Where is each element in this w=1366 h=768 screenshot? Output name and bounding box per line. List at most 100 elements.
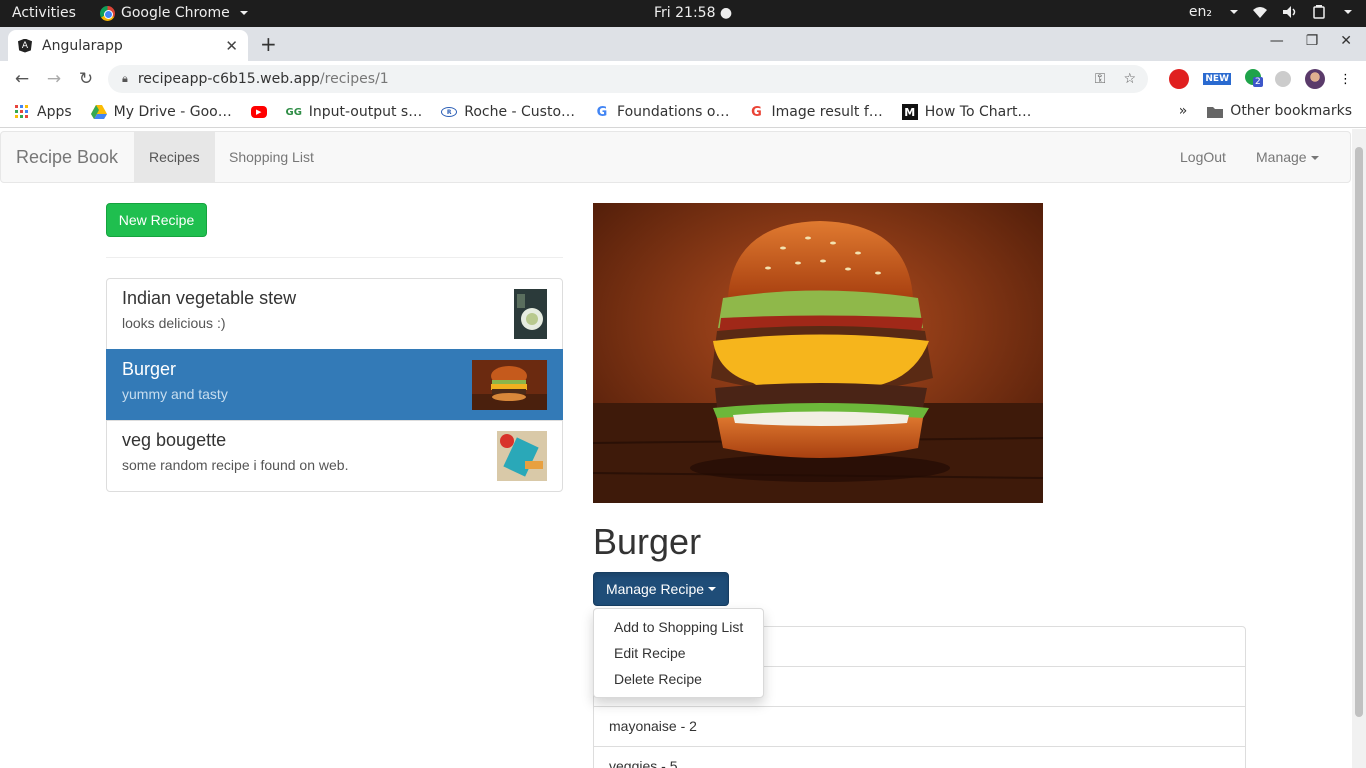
- recipe-item-veg-bougette[interactable]: veg bougette some random recipe i found …: [106, 420, 563, 492]
- bookmark-label: Roche - Custo…: [464, 104, 576, 120]
- geeksforgeeks-icon: GG: [285, 106, 302, 118]
- clock[interactable]: Fri 21:58 ●: [654, 5, 732, 21]
- battery-icon: [1313, 5, 1325, 19]
- recipe-item-name: Indian vegetable stew: [122, 288, 297, 308]
- chevron-down-icon: [239, 11, 248, 15]
- activities-button[interactable]: Activities: [12, 5, 76, 21]
- recipe-item-name: veg bougette: [122, 430, 227, 450]
- bookmark-foundations[interactable]: G Foundations o…: [594, 104, 730, 120]
- close-icon[interactable]: ✕: [225, 37, 238, 55]
- nav-logout[interactable]: LogOut: [1165, 132, 1241, 182]
- divider: [106, 257, 563, 258]
- angular-icon: A: [18, 38, 32, 53]
- chrome-icon: [100, 5, 115, 21]
- reload-icon[interactable]: ↻: [70, 69, 102, 89]
- chevron-down-icon: [1344, 10, 1352, 14]
- brand-link[interactable]: Recipe Book: [16, 147, 118, 168]
- google-drive-icon: [90, 104, 107, 120]
- page-scrollbar[interactable]: [1352, 129, 1366, 768]
- ingredient-item[interactable]: mayonaise - 2: [593, 706, 1246, 747]
- bookmark-my-drive[interactable]: My Drive - Goo…: [90, 104, 232, 120]
- menu-item-edit-recipe[interactable]: Edit Recipe: [594, 640, 763, 666]
- new-badge-extension-icon[interactable]: NEW: [1203, 73, 1231, 85]
- new-recipe-button[interactable]: New Recipe: [106, 203, 207, 237]
- wifi-icon: [1253, 7, 1267, 18]
- scrollbar-thumb[interactable]: [1355, 147, 1363, 717]
- nav-manage-dropdown[interactable]: Manage: [1241, 132, 1334, 182]
- chevron-down-icon: [1310, 156, 1319, 161]
- forward-icon[interactable]: →: [38, 69, 70, 89]
- bookmark-label: How To Chart…: [924, 104, 1032, 120]
- browser-tab[interactable]: A Angularapp ✕: [8, 30, 248, 61]
- close-window-icon[interactable]: ✕: [1340, 33, 1352, 49]
- apps-grid-icon: [14, 104, 30, 120]
- recipe-item-burger[interactable]: Burger yummy and tasty: [106, 349, 563, 421]
- address-bar[interactable]: 🔒︎ recipeapp-c6b15.web.app/recipes/1 ⚿ ☆: [108, 65, 1148, 93]
- puzzle-extension-icon[interactable]: [1275, 71, 1291, 87]
- bookmark-how-to-chart[interactable]: M How To Chart…: [901, 104, 1032, 120]
- kebab-menu-icon[interactable]: ⋮: [1339, 72, 1352, 87]
- extension-count-badge: 2: [1253, 77, 1263, 87]
- avatar[interactable]: [1305, 69, 1325, 89]
- other-bookmarks[interactable]: Other bookmarks: [1207, 103, 1352, 119]
- app-menu[interactable]: Google Chrome: [100, 5, 248, 21]
- new-tab-button[interactable]: +: [260, 32, 277, 56]
- back-icon[interactable]: ←: [6, 69, 38, 89]
- recipe-item-description: looks delicious :): [122, 315, 226, 331]
- system-tray[interactable]: en₂: [1189, 4, 1352, 20]
- window-controls: — ❐ ✕: [1270, 33, 1352, 49]
- recipe-item-description: some random recipe i found on web.: [122, 457, 349, 473]
- manage-recipe-label: Manage Recipe: [605, 581, 705, 597]
- language-indicator[interactable]: en₂: [1189, 4, 1212, 20]
- browser-toolbar: ← → ↻ 🔒︎ recipeapp-c6b15.web.app/recipes…: [0, 61, 1366, 97]
- bookmark-image-result[interactable]: G Image result f…: [748, 104, 883, 120]
- bookmark-apps[interactable]: Apps: [14, 104, 72, 120]
- restore-icon[interactable]: ❐: [1306, 33, 1319, 49]
- google-icon: G: [751, 104, 762, 120]
- bookmark-input-output[interactable]: GG Input-output s…: [285, 104, 423, 120]
- url-host: recipeapp-c6b15.web.app: [137, 71, 320, 87]
- roche-icon: R: [441, 107, 458, 117]
- bookmark-label: Foundations o…: [617, 104, 730, 120]
- menu-item-add-to-shopping-list[interactable]: Add to Shopping List: [594, 614, 763, 640]
- chat-extension-icon[interactable]: 2: [1245, 69, 1263, 89]
- manage-recipe-dropdown-menu: Add to Shopping List Edit Recipe Delete …: [593, 608, 764, 698]
- recipe-image: [593, 203, 1043, 503]
- google-icon: G: [596, 104, 608, 120]
- bookmark-label: Image result f…: [771, 104, 883, 120]
- volume-icon: [1283, 6, 1296, 18]
- key-icon[interactable]: ⚿: [1095, 71, 1106, 87]
- tab-strip: A Angularapp ✕ + — ❐ ✕: [0, 27, 1366, 61]
- bookmark-roche[interactable]: R Roche - Custo…: [441, 104, 575, 120]
- manage-recipe-button[interactable]: Manage Recipe: [593, 572, 729, 606]
- youtube-icon: ▶: [250, 106, 267, 118]
- extensions: NEW 2 ⋮: [1169, 69, 1352, 89]
- app-name: Google Chrome: [121, 5, 230, 21]
- opera-extension-icon[interactable]: [1169, 69, 1190, 89]
- recipe-item-description: yummy and tasty: [122, 386, 228, 402]
- folder-icon: [1207, 106, 1224, 118]
- nav-shopping-list[interactable]: Shopping List: [214, 132, 329, 182]
- os-top-bar: Activities Google Chrome Fri 21:58 ● en₂: [0, 0, 1366, 27]
- star-icon[interactable]: ☆: [1123, 71, 1136, 87]
- recipe-thumbnail-burger: [472, 360, 547, 410]
- nav-recipes[interactable]: Recipes: [134, 132, 215, 182]
- recipe-item-name: Burger: [122, 359, 177, 379]
- chevron-down-icon: [1230, 10, 1238, 14]
- more-bookmarks-chevron-icon[interactable]: »: [1179, 103, 1188, 119]
- chevron-down-icon: [708, 587, 717, 591]
- web-page: Recipe Book Recipes Shopping List LogOut…: [0, 129, 1352, 768]
- app-navbar: Recipe Book Recipes Shopping List LogOut…: [0, 131, 1351, 183]
- url-path: /recipes/1: [319, 71, 389, 87]
- menu-item-delete-recipe[interactable]: Delete Recipe: [594, 666, 763, 692]
- bookmark-label: Apps: [37, 104, 72, 120]
- tab-title: Angularapp: [42, 37, 123, 54]
- recipe-item-indian-vegetable-stew[interactable]: Indian vegetable stew looks delicious :): [106, 278, 563, 350]
- ingredient-item[interactable]: veggies - 5: [593, 746, 1246, 768]
- bookmark-youtube[interactable]: ▶: [250, 106, 267, 118]
- lock-icon[interactable]: 🔒︎: [122, 72, 128, 86]
- minimize-icon[interactable]: —: [1270, 33, 1284, 49]
- recipe-list: Indian vegetable stew looks delicious :)…: [106, 278, 563, 492]
- recipe-thumbnail-stew: [514, 289, 547, 339]
- other-bookmarks-label: Other bookmarks: [1230, 103, 1352, 119]
